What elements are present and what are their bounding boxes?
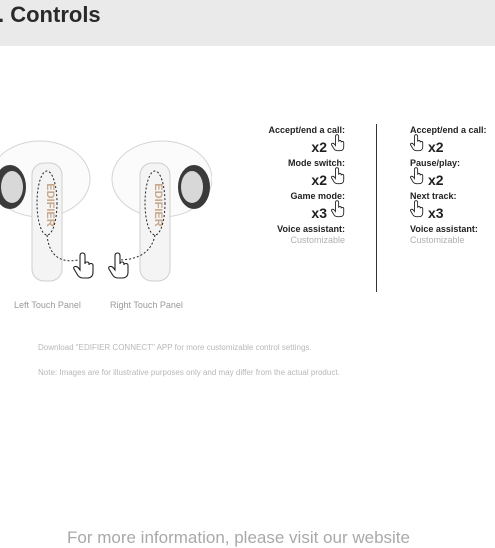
tap-count: x2: [311, 138, 327, 155]
tap-hand-icon: [409, 167, 424, 192]
right-tap-hand-icon: [108, 252, 130, 285]
tap-hand-icon: [330, 167, 345, 192]
left-control-item: Accept/end a call: x2: [268, 124, 345, 157]
right-touch-panel-label: Right Touch Panel: [110, 300, 183, 310]
right-voice-assistant: Voice assistant: Customizable: [410, 223, 487, 246]
tap-count: x2: [428, 171, 444, 188]
voice-assistant-value: Customizable: [290, 235, 345, 245]
tap-count: x3: [428, 204, 444, 221]
right-controls-list: Accept/end a call: x2 Pause/play: x2 Nex…: [409, 124, 487, 246]
right-control-item: Accept/end a call: x2: [409, 124, 487, 159]
left-earbud-brand: EDIFIER: [44, 183, 56, 226]
left-tap-hand-icon: [73, 252, 95, 285]
left-touch-panel-label: Left Touch Panel: [14, 300, 81, 310]
right-control-item: Pause/play: x2: [409, 157, 487, 192]
tap-hand-icon: [330, 134, 345, 159]
tap-count: x2: [311, 171, 327, 188]
left-controls-list: Accept/end a call: x2 Mode switch: x2 Ga…: [268, 124, 345, 246]
section-title: . Controls: [0, 2, 101, 27]
voice-assistant-label: Voice assistant:: [277, 224, 345, 234]
website-footer-text: For more information, please visit our w…: [67, 528, 410, 547]
left-voice-assistant: Voice assistant: Customizable: [268, 223, 345, 246]
tap-hand-icon: [409, 200, 424, 225]
voice-assistant-label: Voice assistant:: [410, 224, 478, 234]
tap-count: x2: [428, 138, 444, 155]
voice-assistant-value: Customizable: [410, 235, 465, 245]
left-control-item: Game mode: x3: [268, 190, 345, 223]
tap-count: x3: [311, 204, 327, 221]
right-control-item: Next track: x3: [409, 190, 487, 225]
tap-hand-icon: [409, 134, 424, 159]
right-earbud-brand: EDIFIER: [152, 183, 164, 226]
tap-hand-icon: [330, 200, 345, 225]
section-header: . Controls: [0, 0, 495, 46]
app-download-note: Download "EDIFIER CONNECT" APP for more …: [38, 343, 312, 352]
illustration-disclaimer: Note: Images are for illustrative purpos…: [38, 368, 340, 377]
left-control-item: Mode switch: x2: [268, 157, 345, 190]
column-divider: [376, 124, 377, 292]
